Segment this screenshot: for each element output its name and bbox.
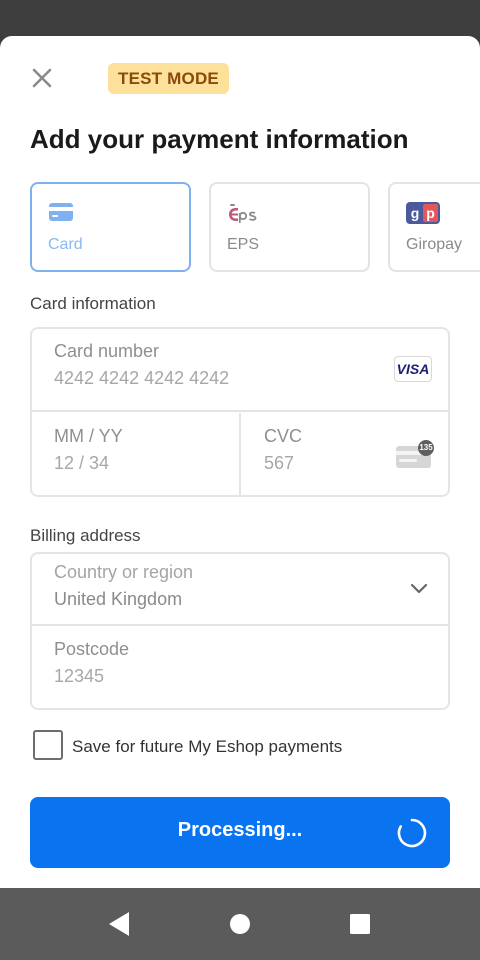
card-number-field[interactable]: Card number 4242 4242 4242 4242 VISA xyxy=(32,329,448,412)
tab-giropay-label: Giropay xyxy=(406,236,463,253)
back-button[interactable] xyxy=(103,908,135,940)
postcode-label: Postcode xyxy=(54,639,130,659)
card-information-group: Card number 4242 4242 4242 4242 VISA MM … xyxy=(30,327,450,497)
pay-button[interactable]: Processing... xyxy=(30,797,450,868)
tab-eps-label: EPS xyxy=(227,236,260,253)
back-triangle-icon xyxy=(109,912,129,936)
tab-eps[interactable]: EPS xyxy=(209,182,370,272)
payment-sheet: TEST MODE Add your payment information C… xyxy=(0,36,480,888)
loading-spinner-icon xyxy=(397,818,427,848)
recents-square-icon xyxy=(350,914,370,934)
save-checkbox[interactable] xyxy=(33,730,63,760)
save-label: Save for future My Eshop payments xyxy=(72,737,343,756)
expiry-field[interactable]: MM / YY 12 / 34 xyxy=(32,413,241,495)
cvc-label: CVC xyxy=(264,426,303,446)
postcode-field[interactable]: Postcode 12345 xyxy=(32,627,448,708)
card-information-label: Card information xyxy=(30,294,156,313)
close-icon xyxy=(32,68,52,88)
tab-card-label: Card xyxy=(48,236,83,253)
expiry-label: MM / YY xyxy=(54,426,123,446)
card-number-placeholder: 4242 4242 4242 4242 xyxy=(54,368,230,388)
cvc-field[interactable]: CVC 567 135 xyxy=(242,413,448,495)
home-circle-icon xyxy=(230,914,250,934)
card-number-label: Card number xyxy=(54,341,160,361)
billing-address-label: Billing address xyxy=(30,526,141,545)
chevron-down-icon xyxy=(410,582,428,600)
status-bar xyxy=(0,0,480,36)
tab-giropay[interactable]: g p Giropay xyxy=(388,182,480,272)
visa-brand-icon: VISA xyxy=(394,356,432,382)
card-icon xyxy=(48,202,74,227)
payment-method-tabs: Card EPS g p Giropay xyxy=(30,182,480,272)
cvc-placeholder: 567 xyxy=(264,453,295,473)
test-mode-badge: TEST MODE xyxy=(108,63,229,94)
page-title: Add your payment information xyxy=(30,124,409,154)
close-button[interactable] xyxy=(26,62,58,94)
home-button[interactable] xyxy=(224,908,256,940)
eps-logo-icon xyxy=(227,202,261,229)
cvc-badge-number: 135 xyxy=(419,443,433,452)
tab-card[interactable]: Card xyxy=(30,182,191,272)
country-label: Country or region xyxy=(54,562,194,582)
expiry-placeholder: 12 / 34 xyxy=(54,453,110,473)
svg-text:g: g xyxy=(411,205,420,221)
billing-address-group: Country or region United Kingdom Postcod… xyxy=(30,552,450,710)
giropay-logo-icon: g p xyxy=(406,202,440,229)
country-value: United Kingdom xyxy=(54,589,183,609)
pay-button-label: Processing... xyxy=(177,819,303,841)
cvc-card-icon: 135 xyxy=(395,440,435,470)
android-nav-bar xyxy=(0,888,480,960)
recents-button[interactable] xyxy=(344,908,376,940)
postcode-placeholder: 12345 xyxy=(54,666,105,686)
svg-text:p: p xyxy=(426,205,435,221)
country-select[interactable]: Country or region United Kingdom xyxy=(32,554,448,626)
